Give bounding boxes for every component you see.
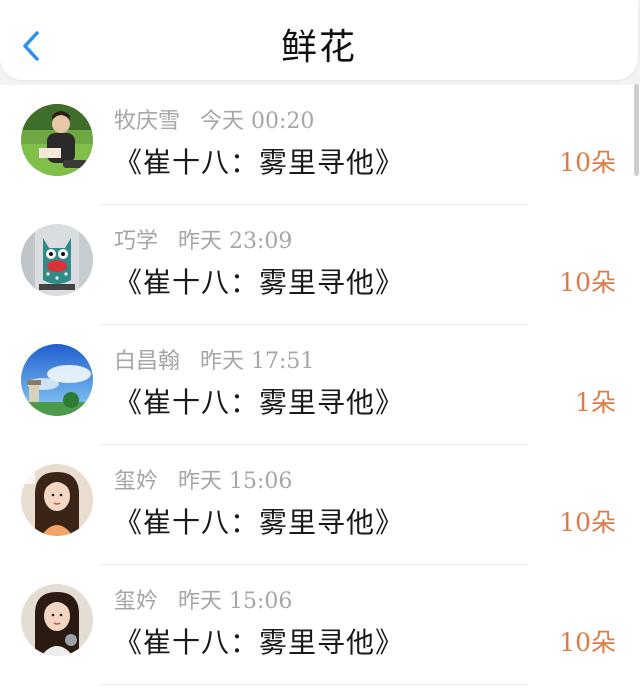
book-title: 《崔十八：雾里寻他》 <box>114 626 405 659</box>
username: 白昌翰 <box>114 349 181 374</box>
flower-list: 牧庆雪 今天 00:20 《崔十八：雾里寻他》 10朵 巧学 昨天 23:09 … <box>0 85 640 688</box>
username: 玺妗 <box>114 589 159 614</box>
list-item[interactable]: 白昌翰 昨天 17:51 《崔十八：雾里寻他》 1朵 <box>0 325 640 445</box>
timestamp: 昨天 17:51 <box>200 349 315 374</box>
user-meta: 牧庆雪 今天 00:20 <box>114 109 314 135</box>
list-item[interactable]: 玺妗 昨天 15:06 《崔十八：雾里寻他》 10朵 <box>0 565 640 685</box>
list-item[interactable]: 牧庆雪 今天 00:20 《崔十八：雾里寻他》 10朵 <box>0 85 640 205</box>
username: 玺妗 <box>114 469 159 494</box>
flower-count: 10朵 <box>559 148 616 177</box>
list-item[interactable]: 巧学 昨天 23:09 《崔十八：雾里寻他》 10朵 <box>0 205 640 325</box>
timestamp: 昨天 15:06 <box>178 469 293 494</box>
book-title: 《崔十八：雾里寻他》 <box>114 506 405 539</box>
avatar-girl[interactable] <box>21 584 93 656</box>
flower-count: 1朵 <box>575 388 616 417</box>
flower-count: 10朵 <box>559 628 616 657</box>
username: 巧学 <box>114 229 159 254</box>
timestamp: 昨天 23:09 <box>178 229 293 254</box>
avatar-plush-monster[interactable] <box>21 224 93 296</box>
flower-count: 10朵 <box>559 508 616 537</box>
timestamp: 今天 00:20 <box>200 109 315 134</box>
username: 牧庆雪 <box>114 109 181 134</box>
divider <box>100 684 528 685</box>
book-title: 《崔十八：雾里寻他》 <box>114 266 405 299</box>
flower-count: 10朵 <box>559 268 616 297</box>
header-bar: 鲜花 <box>0 0 638 80</box>
user-meta: 白昌翰 昨天 17:51 <box>114 349 314 375</box>
avatar-man-reading[interactable] <box>21 104 93 176</box>
user-meta: 巧学 昨天 23:09 <box>114 229 292 255</box>
list-item[interactable]: 玺妗 昨天 15:06 《崔十八：雾里寻他》 10朵 <box>0 445 640 565</box>
avatar-sky-scene[interactable] <box>21 344 93 416</box>
avatar-girl[interactable] <box>21 464 93 536</box>
scrollbar[interactable] <box>634 84 639 176</box>
book-title: 《崔十八：雾里寻他》 <box>114 386 405 419</box>
page-title: 鲜花 <box>280 27 357 68</box>
book-title: 《崔十八：雾里寻他》 <box>114 146 405 179</box>
flower-page: 鲜花 牧庆雪 今天 00:20 《崔十八：雾里寻他》 10朵 巧学 昨天 23:… <box>0 0 640 688</box>
timestamp: 昨天 15:06 <box>178 589 293 614</box>
user-meta: 玺妗 昨天 15:06 <box>114 589 292 615</box>
user-meta: 玺妗 昨天 15:06 <box>114 469 292 495</box>
